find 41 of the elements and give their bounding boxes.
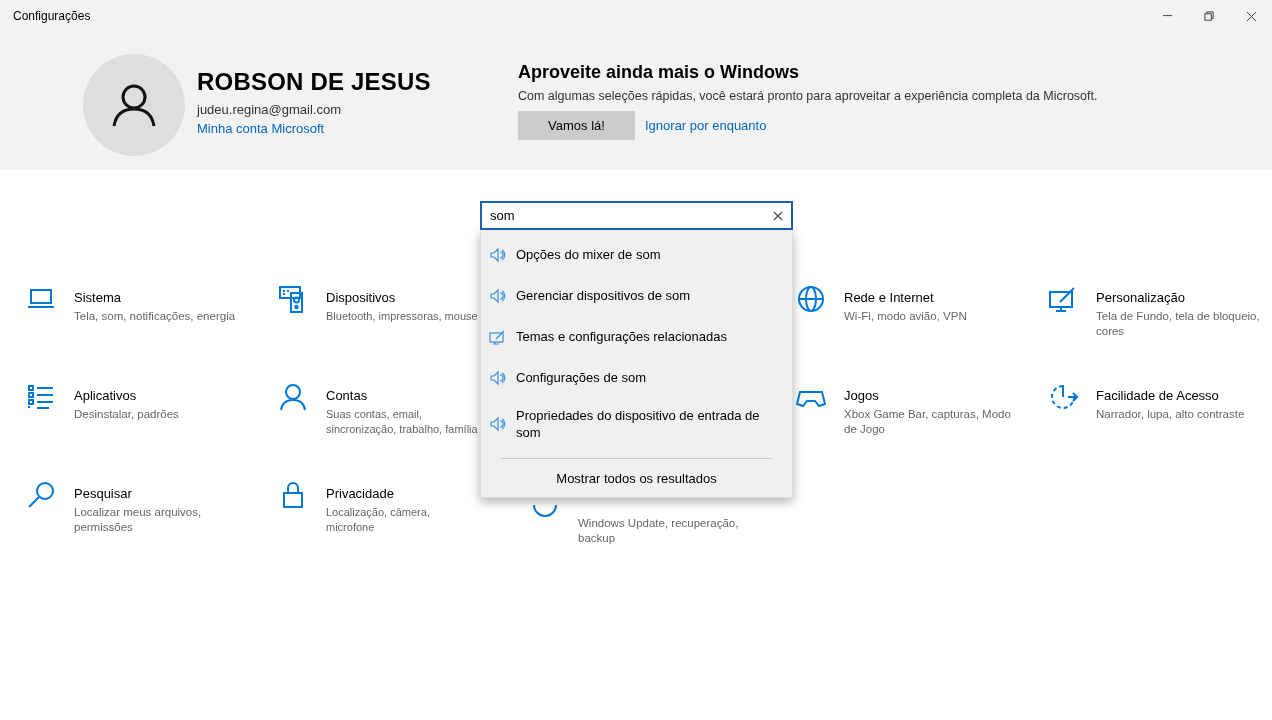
result-label: Propriedades do dispositivo de entrada de som <box>516 407 761 441</box>
category-description: Narrador, lupa, alto contraste <box>1096 407 1245 422</box>
category-title[interactable]: Facilidade de Acesso <box>1096 388 1219 403</box>
search-result[interactable]: Temas e configurações relacionadas <box>481 316 792 357</box>
category-title[interactable]: Dispositivos <box>326 290 396 305</box>
account-name: ROBSON DE JESUS <box>197 68 431 96</box>
search-result[interactable]: Configurações de som <box>481 357 792 398</box>
category-title[interactable]: Pesquisar <box>74 486 132 501</box>
result-label: Gerenciar dispositivos de som <box>516 287 691 304</box>
window-title: Configurações <box>12 9 91 23</box>
search-result[interactable]: Gerenciar dispositivos de som <box>481 275 792 316</box>
start-button[interactable]: Vamos lá! <box>518 111 635 140</box>
category-title[interactable]: Sistema <box>74 290 121 305</box>
skip-link[interactable]: Ignorar por enquanto <box>645 118 767 133</box>
category-title[interactable]: Aplicativos <box>74 388 137 403</box>
result-label: Opções do mixer de som <box>516 246 661 263</box>
category-description: Xbox Game Bar, capturas, Modo de Jogo <box>844 407 1012 437</box>
category-title[interactable]: Rede e Internet <box>844 290 934 305</box>
show-all-results-link[interactable]: Mostrar todos os resultados <box>556 471 717 486</box>
promo-text: Com algumas seleções rápidas, você estará pronto para aproveitar a experiência completa da Microsoft. <box>518 89 1098 103</box>
search-result[interactable]: Propriedades do dispositivo de entrada de som <box>481 398 792 450</box>
result-label: Temas e configurações relacionadas <box>516 328 727 345</box>
category-description: Wi-Fi, modo avião, VPN <box>844 309 967 324</box>
category-description: Desinstalar, padrões <box>74 407 179 422</box>
search-result[interactable]: Opções do mixer de som <box>481 234 792 275</box>
category-description: Localização, câmera, microfone <box>326 505 431 535</box>
category-description: Tela, som, notificações, energia <box>74 309 236 324</box>
category-title[interactable]: Jogos <box>844 388 879 403</box>
category-description: Suas contas, email, sincronização, trabalho, família <box>326 407 478 437</box>
category-title[interactable]: Privacidade <box>326 486 394 501</box>
promo-title: Aproveite ainda mais o Windows <box>518 62 800 83</box>
category-title[interactable]: Personalização <box>1096 290 1185 305</box>
result-label: Configurações de som <box>516 369 647 386</box>
category-description: Localizar meus arquivos, permissões <box>74 505 203 535</box>
account-link[interactable]: Minha conta Microsoft <box>197 121 431 136</box>
search-field[interactable]: som <box>480 201 793 230</box>
category-description: Windows Update, recuperação, backup <box>578 516 740 546</box>
category-title[interactable]: Contas <box>326 388 368 403</box>
category-description: Tela de Fundo, tela de bloqueio, cores <box>1096 309 1261 339</box>
account-email: judeu.regina@gmail.com <box>197 102 342 117</box>
category-description: Bluetooth, impressoras, mouse <box>326 309 478 324</box>
